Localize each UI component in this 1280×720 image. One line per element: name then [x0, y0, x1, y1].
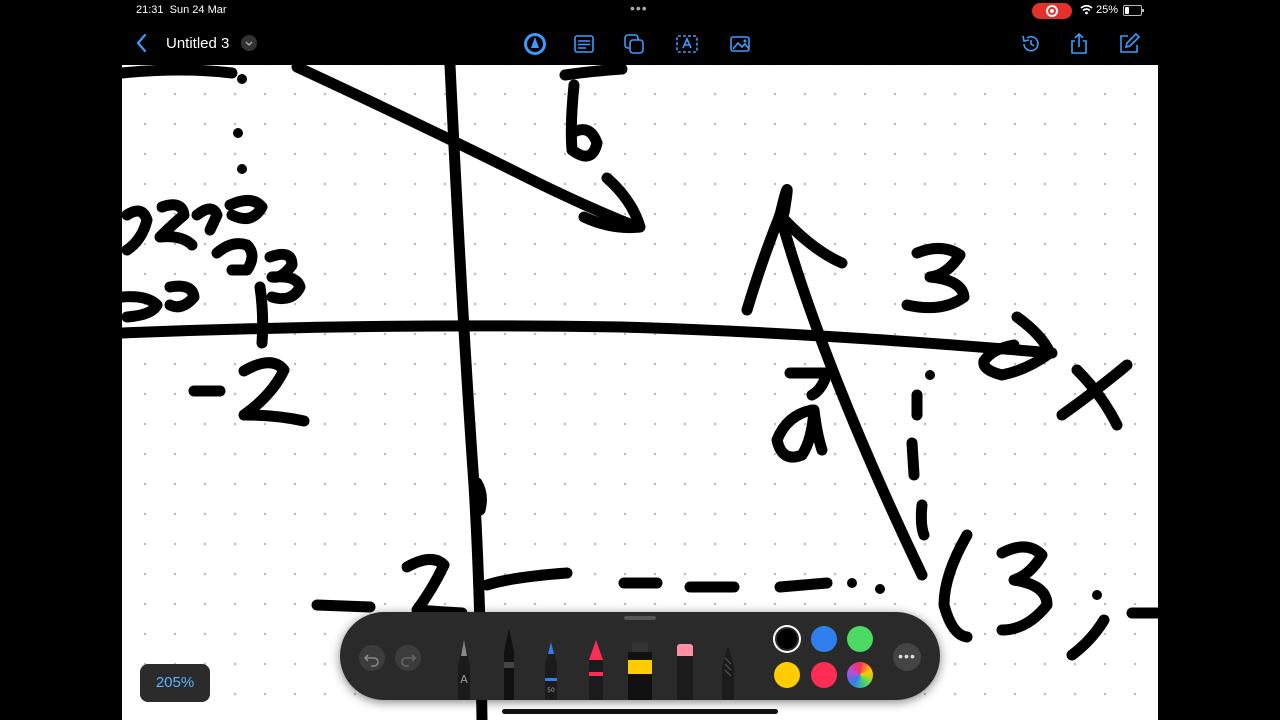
swatch-black[interactable] [777, 629, 797, 649]
shapes-icon[interactable] [622, 32, 646, 56]
home-indicator[interactable] [502, 709, 778, 714]
lasso-tool-icon[interactable] [716, 644, 740, 700]
swatch-multicolor[interactable] [847, 662, 873, 688]
battery-percent: 25% [1096, 4, 1119, 16]
wifi-icon [1080, 4, 1093, 15]
status-time: 21:31 Sun 24 Mar [136, 4, 227, 16]
battery-icon [1123, 5, 1144, 16]
undo-history-icon[interactable] [1019, 32, 1043, 56]
text-box-icon[interactable] [675, 32, 699, 56]
compose-icon[interactable] [1117, 32, 1141, 56]
swatch-blue[interactable] [811, 626, 837, 652]
highlighter-tool-icon[interactable] [625, 640, 655, 700]
chevron-down-icon[interactable] [241, 35, 257, 51]
swatch-red[interactable] [811, 662, 837, 688]
swatch-green[interactable] [847, 626, 873, 652]
monoline-pen-tool-icon[interactable]: A [452, 636, 476, 700]
screen-recording-icon[interactable] [1032, 3, 1072, 19]
top-toolbar: Untitled 3 [122, 22, 1158, 65]
eraser-tool-icon[interactable] [673, 642, 697, 700]
insert-media-icon[interactable] [729, 32, 753, 56]
share-icon[interactable] [1067, 32, 1091, 56]
more-options-button[interactable]: ••• [893, 643, 921, 671]
text-format-icon[interactable] [572, 32, 596, 56]
undo-icon[interactable] [359, 645, 385, 671]
pen-tool-icon[interactable]: 50 [539, 640, 563, 700]
document-title[interactable]: Untitled 3 [166, 35, 229, 52]
swatch-yellow[interactable] [774, 662, 800, 688]
pen-label: A [460, 673, 468, 686]
back-chevron-icon[interactable] [130, 31, 154, 55]
markup-pen-icon[interactable] [523, 32, 547, 56]
palette-grip[interactable] [624, 616, 656, 620]
marker-tool-icon[interactable] [497, 626, 521, 700]
status-bar: 21:31 Sun 24 Mar ••• 25% [0, 0, 1280, 22]
crayon-tool-icon[interactable] [584, 638, 608, 700]
redo-icon[interactable] [395, 645, 421, 671]
multitasking-dots-icon[interactable]: ••• [630, 0, 648, 16]
tool-palette: A 50 ••• [340, 612, 940, 700]
zoom-level-badge[interactable]: 205% [140, 664, 210, 702]
pen-size-label: 50 [547, 687, 555, 694]
